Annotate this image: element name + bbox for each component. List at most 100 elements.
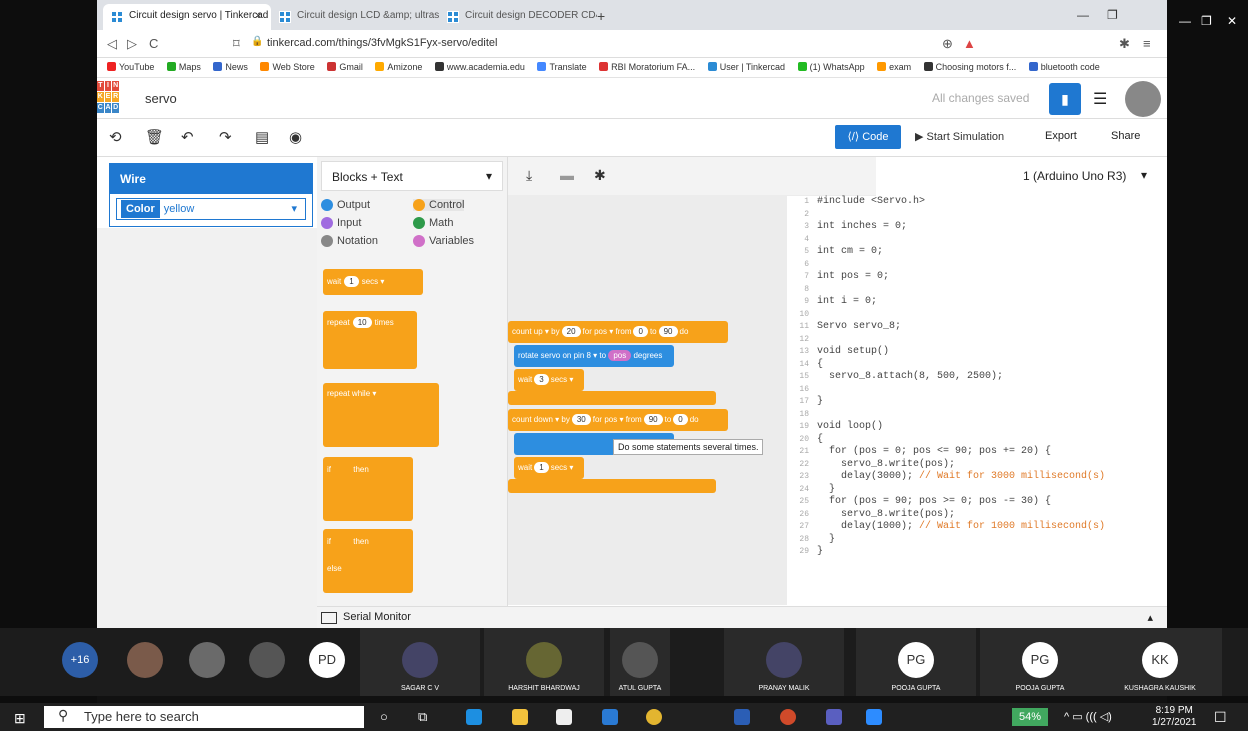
mail-icon[interactable] (602, 709, 618, 725)
palette-if-else-block[interactable]: if then else (323, 529, 413, 593)
participant-tile[interactable]: PRANAY MALIK (724, 628, 844, 696)
component-list-icon[interactable]: ☰ (1093, 89, 1107, 109)
code-line[interactable]: #include <Servo.h> (817, 196, 1105, 209)
delete-icon[interactable]: 🗑 (145, 128, 164, 146)
code-line[interactable]: { (817, 359, 1105, 372)
word-icon[interactable] (734, 709, 750, 725)
rotate-icon[interactable]: ⟲ (109, 128, 122, 146)
code-line[interactable]: } (817, 546, 1105, 559)
tab-lcd[interactable]: Circuit design LCD &amp; ultrasonic s (271, 4, 439, 30)
code-line[interactable]: { (817, 434, 1105, 447)
redo-icon[interactable]: ↷ (219, 128, 232, 146)
code-line[interactable] (817, 384, 1105, 397)
bookmark-webstore[interactable]: Web Store (260, 62, 315, 72)
chrome-icon[interactable] (646, 709, 662, 725)
count-up-block[interactable]: count up ▾ by 20 for pos ▾ from 0 to 90 do (508, 321, 728, 343)
download-icon[interactable]: ⤓ (526, 167, 532, 184)
code-line[interactable]: } (817, 396, 1105, 409)
code-line[interactable]: servo_8.write(pos); (817, 459, 1105, 472)
extensions-puzzle-icon[interactable]: ✱ (1119, 36, 1130, 52)
library-icon[interactable]: ▬ (560, 167, 574, 183)
battery-status[interactable]: 54% (1012, 708, 1048, 726)
bookmark-bluetooth[interactable]: bluetooth code (1028, 62, 1100, 72)
wait-3-block[interactable]: wait 3 secs ▾ (514, 369, 584, 391)
bookmark-tinkercad[interactable]: User | Tinkercad (707, 62, 785, 72)
code-line[interactable]: Servo servo_8; (817, 321, 1105, 334)
forward-icon[interactable]: ▷ (127, 36, 137, 52)
code-line[interactable]: servo_8.write(pos); (817, 509, 1105, 522)
new-tab-button[interactable]: + (597, 8, 605, 24)
palette-repeat-block[interactable]: repeat 10 times (323, 311, 417, 369)
rotate-servo-block[interactable]: rotate servo on pin 8 ▾ to pos degrees (514, 345, 674, 367)
project-name[interactable]: servo (145, 91, 177, 106)
reload-icon[interactable]: C (149, 36, 158, 51)
tab-servo[interactable]: Circuit design servo | Tinkercad (103, 4, 271, 30)
browser-minimize-icon[interactable]: — (1077, 8, 1089, 22)
code-line[interactable]: int cm = 0; (817, 246, 1105, 259)
bookmark-academia[interactable]: www.academia.edu (434, 62, 525, 72)
participant-tile[interactable]: +16 (58, 628, 102, 696)
category-output[interactable]: Output (321, 199, 370, 211)
participant-tile[interactable] (118, 628, 172, 696)
expand-icon[interactable]: ▴ (1147, 611, 1153, 624)
wait-1-block[interactable]: wait 1 secs ▾ (514, 457, 584, 479)
participant-tile[interactable] (180, 628, 234, 696)
blocks-mode-select[interactable]: Blocks + Text ▾ (321, 161, 503, 191)
teams-icon[interactable] (826, 709, 842, 725)
bookmark-exam[interactable]: exam (877, 62, 911, 72)
visibility-icon[interactable]: ◉ (289, 128, 302, 146)
participant-tile[interactable]: KK KUSHAGRA KAUSHIK (1098, 628, 1222, 696)
notifications-icon[interactable]: ☐ (1214, 709, 1227, 726)
palette-repeat-while-block[interactable]: repeat while ▾ (323, 383, 439, 447)
code-line[interactable]: int inches = 0; (817, 221, 1105, 234)
palette-wait-block[interactable]: wait 1 secs ▾ (323, 269, 423, 295)
restore-icon[interactable]: ❐ (1201, 14, 1212, 28)
participant-tile[interactable]: HARSHIT BHARDWAJ (484, 628, 604, 696)
system-tray-icons[interactable]: ^ ▭ ((( ◁) (1064, 710, 1112, 723)
zoom-app-icon[interactable] (866, 709, 882, 725)
code-line[interactable]: delay(3000); // Wait for 3000 millisecon… (817, 471, 1105, 484)
code-line[interactable]: servo_8.attach(8, 500, 2500); (817, 371, 1105, 384)
participant-tile[interactable]: SAGAR C V (360, 628, 480, 696)
category-control[interactable]: Control (413, 199, 465, 211)
share-button[interactable]: Share (1111, 130, 1140, 142)
windows-start-icon[interactable]: ⊞ (14, 710, 26, 727)
browser-restore-icon[interactable]: ❐ (1107, 8, 1118, 22)
count-down-block[interactable]: count down ▾ by 30 for pos ▾ from 90 to 0 do (508, 409, 728, 431)
notes-icon[interactable]: ▤ (255, 128, 269, 146)
zoom-icon[interactable]: ⊕ (942, 36, 953, 52)
code-line[interactable] (817, 334, 1105, 347)
code-line[interactable] (817, 234, 1105, 247)
menu-icon[interactable]: ≡ (1143, 36, 1151, 51)
code-line[interactable] (817, 284, 1105, 297)
minimize-icon[interactable]: — (1179, 14, 1191, 28)
file-explorer-icon[interactable] (512, 709, 528, 725)
edge-icon[interactable] (466, 709, 482, 725)
code-line[interactable]: } (817, 534, 1105, 547)
code-line[interactable] (817, 409, 1105, 422)
bookmark-gmail[interactable]: Gmail (327, 62, 363, 72)
url-field[interactable]: 🔒 tinkercad.com/things/3fvMgkS1Fyx-servo… (247, 35, 1017, 53)
code-line[interactable]: for (pos = 90; pos >= 0; pos -= 30) { (817, 496, 1105, 509)
code-line[interactable]: } (817, 484, 1105, 497)
code-line[interactable]: int i = 0; (817, 296, 1105, 309)
undo-icon[interactable]: ↶ (181, 128, 194, 146)
code-text[interactable]: #include <Servo.h> int inches = 0; int cm … (817, 196, 1105, 559)
extension-icon[interactable]: ▲ (963, 36, 976, 51)
category-notation[interactable]: Notation (321, 235, 378, 247)
close-icon[interactable]: ✕ (1227, 14, 1237, 28)
participant-tile[interactable]: ATUL GUPTA (610, 628, 670, 696)
code-line[interactable] (817, 259, 1105, 272)
bookmark-icon[interactable]: ⌑ (233, 36, 240, 52)
bookmark-youtube[interactable]: YouTube (107, 62, 154, 72)
bookmark-amizone[interactable]: Amizone (375, 62, 422, 72)
participant-tile[interactable]: PG POOJA GUPTA (980, 628, 1100, 696)
participant-tile[interactable]: PD (300, 628, 354, 696)
code-line[interactable]: int pos = 0; (817, 271, 1105, 284)
circuit-view-icon[interactable]: ▮ (1049, 83, 1081, 115)
back-icon[interactable]: ◁ (107, 36, 117, 52)
tab-close-icon[interactable]: × (255, 10, 261, 22)
start-simulation-button[interactable]: ▶ Start Simulation (915, 130, 1004, 143)
bookmark-maps[interactable]: Maps (166, 62, 201, 72)
bookmark-whatsapp[interactable]: (1) WhatsApp (797, 62, 865, 72)
